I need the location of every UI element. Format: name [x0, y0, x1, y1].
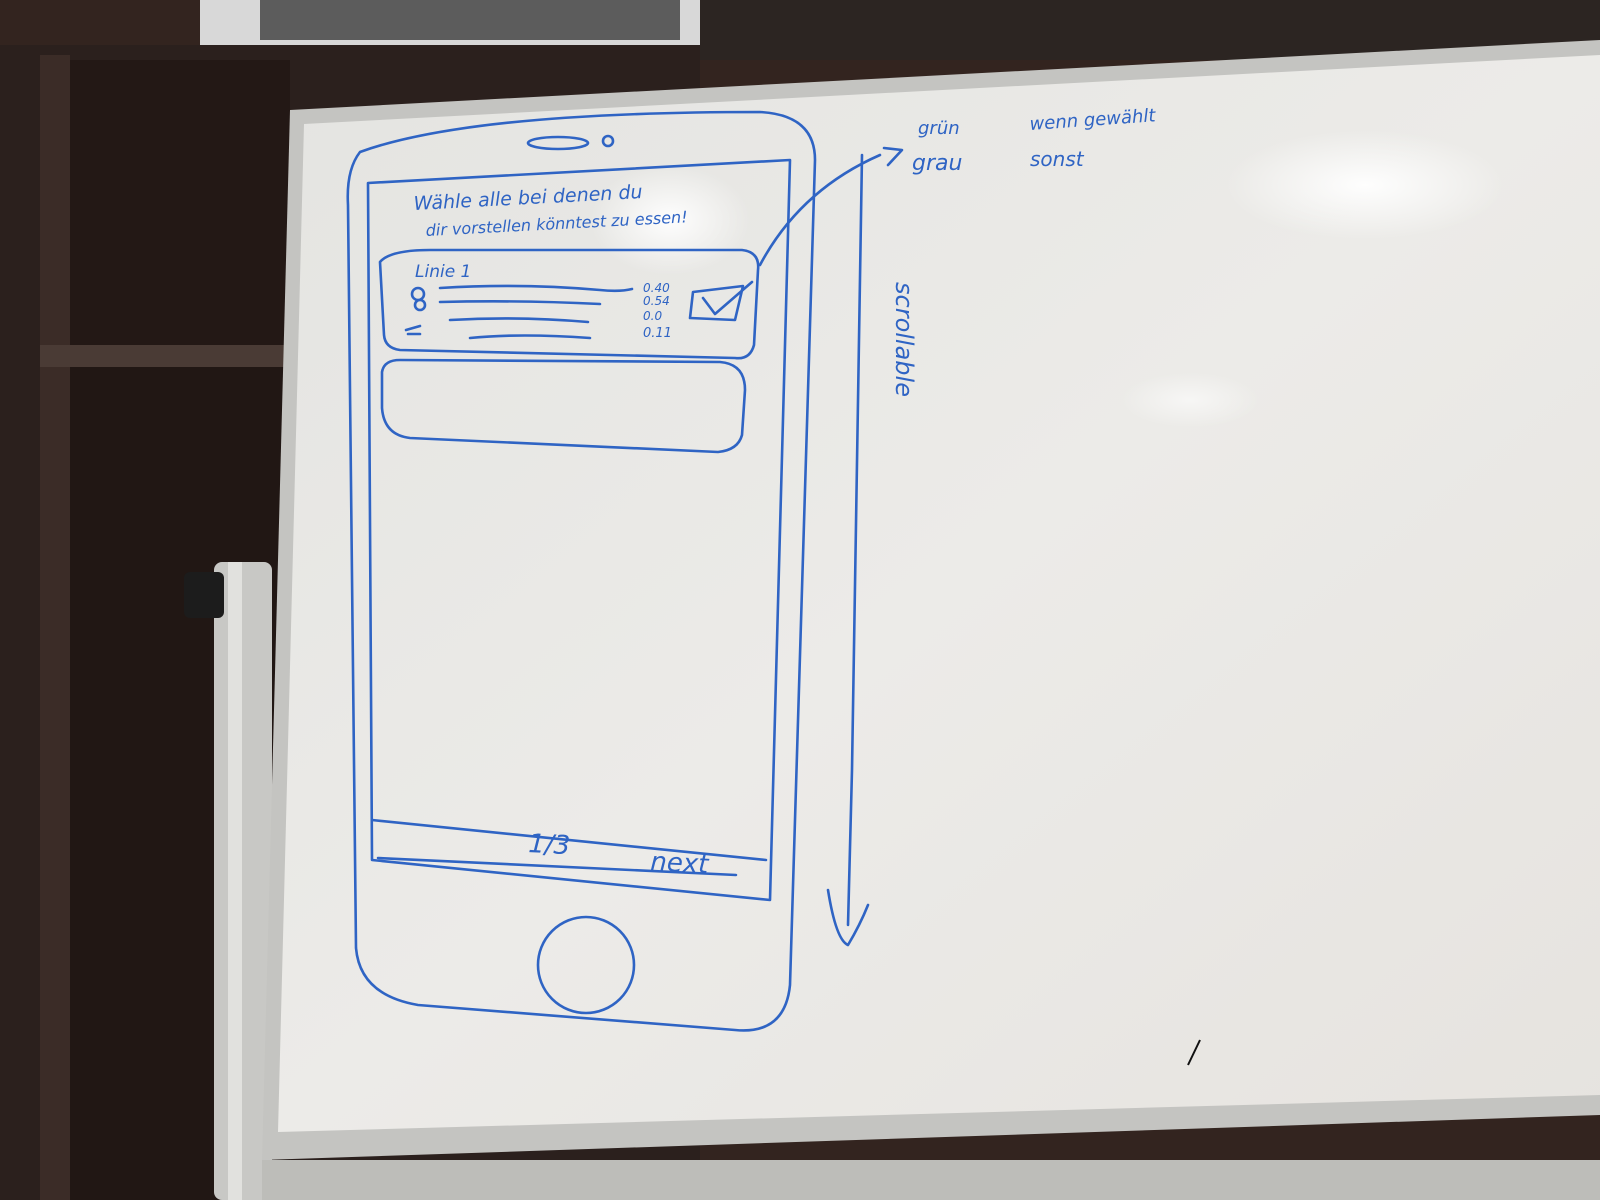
annotation-grey: grau [912, 151, 962, 176]
scrollable-label: scrollable [890, 282, 918, 397]
price-4: 0.11 [643, 326, 672, 341]
next-button-label: next [650, 847, 710, 880]
card-title: Linie 1 [415, 262, 471, 282]
price-2: 0.54 [643, 294, 670, 308]
annotation-green: grün [918, 118, 960, 139]
page-indicator: 1/3 [528, 829, 571, 861]
marker-tray [262, 1160, 1600, 1200]
whiteboard-photo: Wähle alle bei denen du dir vorstellen k… [0, 0, 1600, 1200]
stand-knob [184, 572, 224, 618]
price-1: 0.40 [643, 281, 670, 295]
annotation-grey-rule: sonst [1030, 147, 1085, 171]
price-3: 0.0 [643, 309, 662, 323]
shelf-board [40, 345, 290, 367]
stand-pole [214, 562, 272, 1200]
